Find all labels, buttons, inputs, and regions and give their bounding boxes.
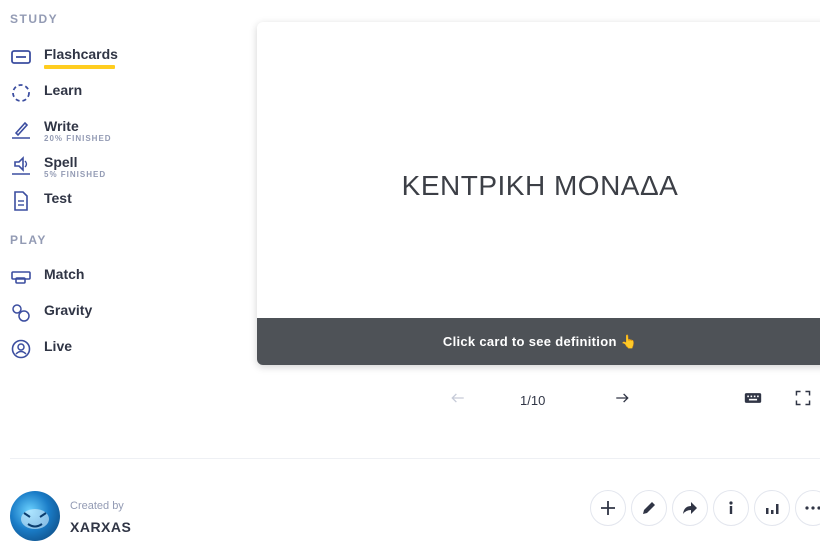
play-heading: PLAY — [10, 233, 47, 247]
match-icon — [10, 266, 32, 288]
spell-icon — [10, 154, 32, 176]
sidebar-item-label: Spell — [44, 154, 78, 170]
gravity-icon — [10, 302, 32, 324]
sidebar-item-label: Live — [44, 338, 73, 354]
divider — [10, 458, 820, 459]
sidebar-item-learn[interactable]: Learn — [10, 82, 82, 104]
flashcard[interactable]: ΚΕΝΤΡΙΚΗ ΜΟΝΑΔΑ Click card to see defini… — [257, 22, 820, 365]
more-button[interactable] — [795, 490, 820, 526]
progress-text: 20% FINISHED — [44, 134, 112, 143]
flashcards-icon — [10, 46, 32, 68]
fullscreen-button[interactable] — [792, 387, 814, 409]
prev-card-button[interactable] — [447, 387, 469, 409]
next-card-button[interactable] — [611, 387, 633, 409]
sidebar-item-write[interactable]: Write 20% FINISHED — [10, 118, 112, 144]
learn-icon — [10, 82, 32, 104]
created-by-label: Created by — [70, 500, 124, 512]
card-hint: Click card to see definition 👆 — [442, 333, 638, 349]
sidebar-item-label: Learn — [44, 82, 83, 98]
sidebar-item-label: Test — [44, 190, 72, 206]
info-icon — [729, 501, 733, 514]
sidebar-item-match[interactable]: Match — [10, 266, 84, 288]
live-icon — [10, 338, 32, 360]
card-counter: 1/10 — [520, 393, 546, 408]
sidebar-item-live[interactable]: Live — [10, 338, 72, 360]
sidebar-item-label: Match — [44, 266, 85, 282]
info-button[interactable] — [713, 490, 749, 526]
stats-icon — [766, 504, 779, 514]
active-indicator — [44, 65, 115, 69]
sidebar-item-label: Flashcards — [44, 46, 118, 62]
author-name[interactable]: XARXAS — [70, 519, 131, 535]
sidebar-item-test[interactable]: Test — [10, 190, 72, 212]
progress-text: 5% FINISHED — [44, 170, 107, 179]
sidebar-item-gravity[interactable]: Gravity — [10, 302, 92, 324]
card-term: ΚΕΝΤΡΙΚΗ ΜΟΝΑΔΑ — [401, 170, 679, 201]
sidebar-item-label: Gravity — [44, 302, 93, 318]
sidebar-item-flashcards[interactable]: Flashcards — [10, 46, 118, 69]
avatar[interactable] — [10, 491, 60, 541]
arrow-right-icon — [616, 393, 629, 403]
card-hint-bar: Click card to see definition 👆 — [257, 318, 820, 365]
sidebar-item-spell[interactable]: Spell 5% FINISHED — [10, 154, 106, 180]
share-button[interactable] — [672, 490, 708, 526]
edit-button[interactable] — [631, 490, 667, 526]
stats-button[interactable] — [754, 490, 790, 526]
add-button[interactable] — [590, 490, 626, 526]
edit-icon — [643, 502, 655, 514]
more-icon — [805, 506, 820, 510]
test-icon — [10, 190, 32, 212]
write-icon — [10, 118, 32, 140]
keyboard-icon — [744, 393, 762, 403]
study-heading: STUDY — [10, 12, 59, 26]
share-icon — [683, 502, 697, 514]
add-icon — [601, 501, 615, 515]
arrow-left-icon — [451, 393, 464, 403]
sidebar-item-label: Write — [44, 118, 79, 134]
keyboard-shortcuts-button[interactable] — [741, 387, 765, 409]
fullscreen-icon — [795, 390, 811, 406]
